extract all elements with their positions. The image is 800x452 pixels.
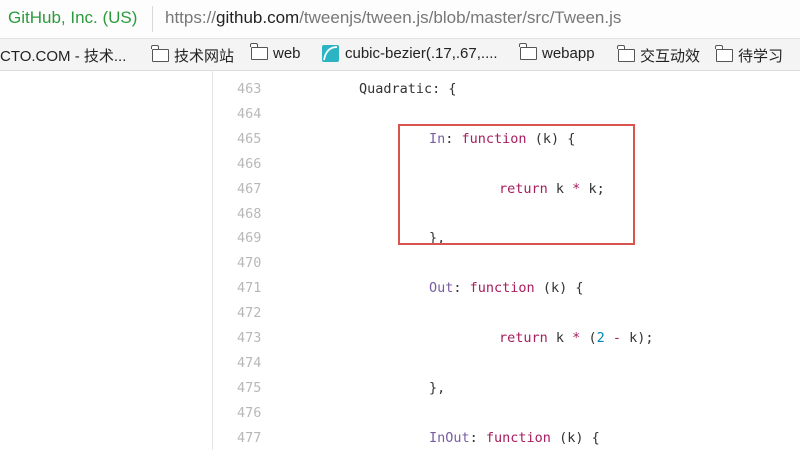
bookmark-label: cubic-bezier(.17,.67,.... <box>345 45 498 62</box>
address-bar[interactable]: GitHub, Inc. (US) https://github.com/twe… <box>0 0 800 39</box>
code-token: return <box>499 330 548 346</box>
bookmark-to-learn[interactable]: 待学习 <box>715 45 784 66</box>
code-token: k <box>547 330 573 346</box>
line-number[interactable]: 476 <box>237 405 261 421</box>
code-token: 2 <box>596 330 605 346</box>
code-token: function <box>461 130 527 147</box>
code-text: }, <box>429 380 445 396</box>
code-token: : { <box>432 81 457 97</box>
line-number[interactable]: 472 <box>237 305 261 321</box>
line-number[interactable]: 464 <box>237 106 261 122</box>
code-text: Quadratic: { <box>359 81 457 97</box>
bookmark-interaction[interactable]: 交互动效 <box>617 45 701 66</box>
line-number[interactable]: 473 <box>237 330 261 346</box>
url-field[interactable]: https://github.com/tweenjs/tween.js/blob… <box>165 8 621 28</box>
code-token: (k) { <box>550 429 600 446</box>
code-token: }, <box>429 230 446 247</box>
code-token: function <box>469 280 535 297</box>
code-token: ( <box>580 330 597 346</box>
code-line: 468 <box>213 203 800 228</box>
code-token: Out <box>429 280 454 297</box>
code-line: 473 return k * (2 - k); <box>213 327 800 352</box>
bookmark-label: web <box>273 45 301 62</box>
bookmarks-bar: CTO.COM - 技术... 技术网站 web cubic-bezier(.1… <box>0 39 800 71</box>
code-token: (k) { <box>534 280 584 297</box>
code-text: InOut: function (k) { <box>429 430 600 446</box>
line-number[interactable]: 471 <box>237 280 261 296</box>
code-token: : <box>453 280 470 297</box>
code-line: 476 <box>213 402 800 427</box>
address-divider <box>152 6 153 32</box>
code-line: 470 <box>213 252 800 277</box>
code-line: 469}, <box>213 227 800 252</box>
code-token: }, <box>429 379 446 396</box>
code-token: In <box>429 130 446 147</box>
line-number[interactable]: 465 <box>237 131 261 147</box>
code-line: 464 <box>213 103 800 128</box>
line-number[interactable]: 466 <box>237 156 261 172</box>
code-token: k; <box>580 180 605 197</box>
url-path: /tweenjs/tween.js/blob/master/src/Tween.… <box>299 8 622 27</box>
code-token: : <box>469 429 486 446</box>
code-token: k); <box>621 330 654 346</box>
code-text: return k * k; <box>499 181 605 197</box>
code-line: 463 Quadratic: { <box>213 78 800 103</box>
url-scheme: https:// <box>165 8 217 27</box>
bookmark-web[interactable]: web <box>250 43 301 62</box>
code-token: Quadratic <box>359 81 433 97</box>
bookmark-label: 技术网站 <box>174 48 235 65</box>
code-text: }, <box>429 230 445 246</box>
code-token: k <box>547 180 573 197</box>
line-number[interactable]: 477 <box>237 430 261 446</box>
code-line: 467 return k * k; <box>213 178 800 203</box>
code-viewer: 463 Quadratic: {464 465 In: function (k) {4… <box>0 71 800 450</box>
code-line: 472 <box>213 302 800 327</box>
folder-icon <box>519 43 537 60</box>
code-token: return <box>499 180 548 197</box>
code-text: Out: function (k) { <box>429 280 583 296</box>
line-number[interactable]: 468 <box>237 206 261 222</box>
bezier-icon <box>322 45 339 62</box>
code-token: (k) { <box>526 130 576 147</box>
line-number[interactable]: 469 <box>237 230 261 246</box>
folder-icon <box>250 43 268 60</box>
bookmark-webapp[interactable]: webapp <box>519 43 595 62</box>
code-line: 474 <box>213 352 800 377</box>
bookmark-label: webapp <box>542 45 595 62</box>
code-token: : <box>445 130 462 147</box>
bookmark-cubic-bezier[interactable]: cubic-bezier(.17,.67,.... <box>322 45 498 62</box>
line-number[interactable]: 467 <box>237 181 261 197</box>
site-identity-label[interactable]: GitHub, Inc. (US) <box>8 8 137 28</box>
code-line: 466 <box>213 153 800 178</box>
code-line: 477 InOut: function (k) { <box>213 427 800 452</box>
url-host: github.com <box>216 8 300 27</box>
code-token: - <box>612 330 621 346</box>
line-number[interactable]: 470 <box>237 255 261 271</box>
bookmark-tech-sites[interactable]: 技术网站 <box>151 45 235 66</box>
bookmark-label: 交互动效 <box>640 48 701 65</box>
code-line: 465 In: function (k) { <box>213 128 800 153</box>
bookmark-cto[interactable]: CTO.COM - 技术... <box>0 45 126 66</box>
code-token: function <box>485 429 551 446</box>
bookmark-label: CTO.COM - 技术... <box>0 48 127 65</box>
folder-icon <box>151 45 169 62</box>
folder-icon <box>617 45 635 62</box>
line-number[interactable]: 475 <box>237 380 261 396</box>
bookmark-label: 待学习 <box>738 48 784 65</box>
code-token: InOut <box>429 429 470 446</box>
code-text: return k * (2 - k); <box>499 330 654 346</box>
code-line: 475}, <box>213 377 800 402</box>
code-text: In: function (k) { <box>429 131 575 147</box>
line-number[interactable]: 463 <box>237 81 261 97</box>
line-number[interactable]: 474 <box>237 355 261 371</box>
folder-icon <box>715 45 733 62</box>
code-line: 471 Out: function (k) { <box>213 277 800 302</box>
